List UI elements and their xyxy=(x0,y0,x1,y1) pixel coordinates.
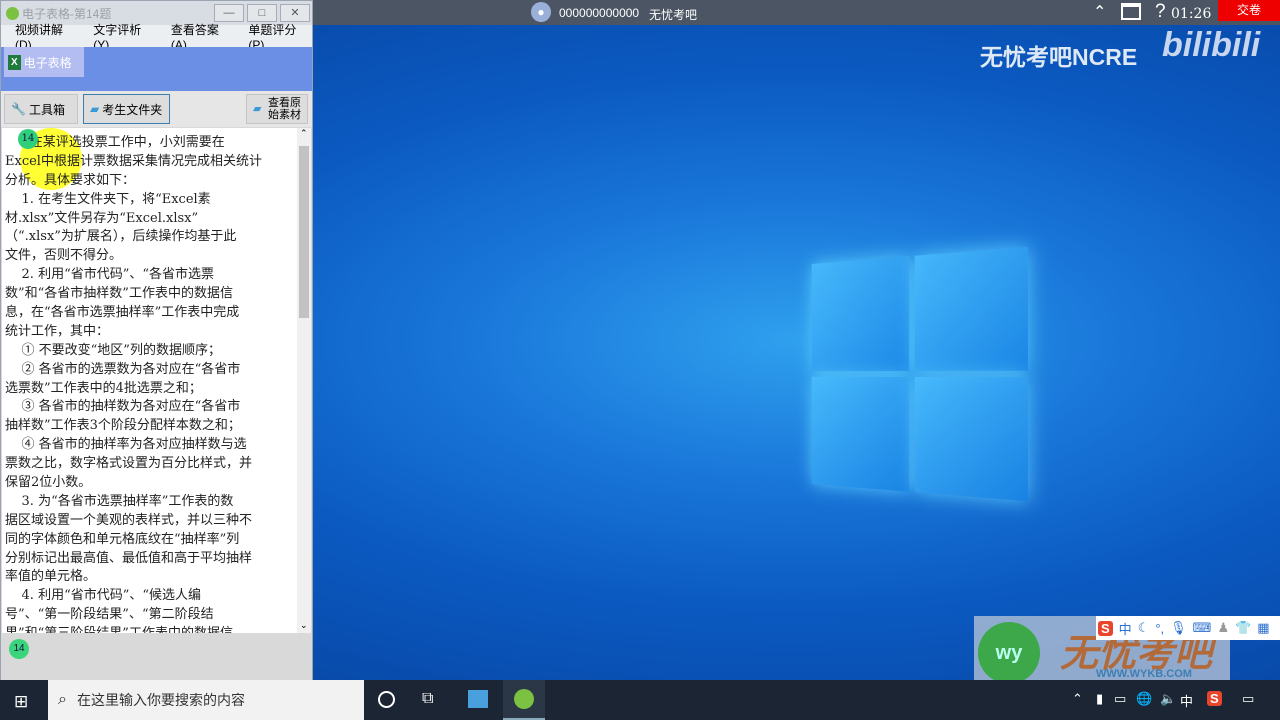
app-taskbar-icon[interactable] xyxy=(468,690,488,708)
subject-banner: X 电子表格 xyxy=(1,47,312,91)
view-original-button[interactable]: ▰ 查看原始素材 xyxy=(246,94,308,124)
cortana-icon[interactable] xyxy=(378,691,395,708)
wrench-icon: 🔧 xyxy=(11,102,26,116)
help-icon[interactable]: ? xyxy=(1155,1,1166,23)
toolbox-label: 工具箱 xyxy=(28,102,65,117)
question-line: 文件，否则不得分。 xyxy=(5,248,123,264)
question-line: 果”和“第三阶段结果”工作表中的数据信 xyxy=(2,625,297,633)
question-line: 号”、“第一阶段结果”、“第二阶段结 xyxy=(5,607,214,623)
skin-icon[interactable]: 👕 xyxy=(1235,620,1251,636)
bilibili-watermark: bilibili xyxy=(1162,26,1261,64)
wy-circle-logo: wy xyxy=(978,622,1040,684)
tab-spreadsheet[interactable]: X 电子表格 xyxy=(4,47,84,77)
user-icon[interactable]: ♟ xyxy=(1217,620,1229,636)
search-placeholder: 在这里输入你要搜索的内容 xyxy=(76,692,245,708)
user-id: 000000000000 xyxy=(559,6,640,20)
mic-icon[interactable]: ▮ xyxy=(1096,691,1103,707)
question-line: 票数之比，数字格式设置为百分比样式，并 xyxy=(5,456,253,472)
taskbar-search-input[interactable]: ⌕ 在这里输入你要搜索的内容 xyxy=(48,680,364,720)
keyboard-icon[interactable]: ⌨ xyxy=(1193,620,1212,636)
question-line: 材.xlsx”文件另存为“Excel.xlsx” xyxy=(5,210,199,226)
sogou-tray-icon[interactable]: S xyxy=(1207,691,1222,706)
question-line: 选票数”工作表中的4批选票之和； xyxy=(5,380,202,396)
exam-folder-button[interactable]: ▰ 考生文件夹 xyxy=(83,94,170,124)
maximize-button[interactable]: □ xyxy=(247,4,277,22)
wy-taskbar-icon[interactable] xyxy=(503,680,545,720)
menu-bar: 视频讲解(D) 文字评析(Y) 查看答案(A) 单题评分(P) xyxy=(1,23,312,52)
question-line: 4. 利用“省市代码”、“候选人编 xyxy=(5,588,202,604)
search-icon: ⌕ xyxy=(58,691,67,708)
tab-label: 电子表格 xyxy=(23,55,72,70)
question-number-badge: 14 xyxy=(18,129,38,149)
toolbox-button[interactable]: 🔧 工具箱 xyxy=(4,94,78,124)
user-avatar-icon: ● xyxy=(531,2,551,22)
question-line: 统计工作，其中： xyxy=(5,323,110,339)
scroll-down-icon[interactable]: ⌄ xyxy=(300,620,308,631)
submit-button[interactable]: 交卷 xyxy=(1218,0,1280,21)
taskbar: ⊞ ⌕ 在这里输入你要搜索的内容 ⧉ ⌃ ▮ ▭ 🌐 🔈 中 S ▭ xyxy=(0,680,1280,720)
excel-icon: X xyxy=(8,54,21,70)
question-line: ② 各省市的选票数为各对应在“各省市 xyxy=(5,361,241,377)
window-icon[interactable] xyxy=(1121,3,1141,20)
moon-icon[interactable]: ☾ xyxy=(1138,620,1150,636)
question-line: 抽样数”工作表3个阶段分配样本数之和； xyxy=(5,418,241,434)
scroll-up-icon[interactable]: ⌃ xyxy=(300,128,308,139)
window-title: 电子表格-第14题 xyxy=(22,6,112,21)
grid-icon[interactable]: ▦ xyxy=(1257,620,1269,636)
collapse-icon[interactable]: ⌃ xyxy=(1093,2,1106,22)
question-line: （“.xlsx”为扩展名），后续操作均基于此 xyxy=(5,229,237,245)
sogou-icon[interactable]: S xyxy=(1098,620,1113,636)
exam-question-window: 电子表格-第14题 — □ ✕ 视频讲解(D) 文字评析(Y) 查看答案(A) … xyxy=(0,0,313,681)
app-icon xyxy=(6,6,19,20)
mic-icon[interactable]: 🎙 xyxy=(1170,620,1187,636)
question-line: 据区域设置一个美观的表样式，并以三种不 xyxy=(5,512,253,528)
close-button[interactable]: ✕ xyxy=(280,4,310,22)
folder-icon: ▰ xyxy=(253,103,262,115)
network-icon[interactable]: 🌐 xyxy=(1136,691,1152,707)
footer-badge: 14 xyxy=(9,639,29,659)
question-line: 3. 为“各省市选票抽样率”工作表的数 xyxy=(5,493,234,509)
exam-topbar: ● 000000000000 无忧考吧 ⌃ ? 01:26 交卷 xyxy=(313,0,1280,25)
question-line: 保留2位小数。 xyxy=(5,475,92,491)
question-line: 息，在“各省市选票抽样率”工作表中完成 xyxy=(5,305,240,321)
question-line: ③ 各省市的抽样数为各对应在“各省市 xyxy=(5,399,241,415)
question-line: ① 不要改变“地区”列的数据顺序； xyxy=(5,342,221,358)
scrollbar[interactable]: ⌃ ⌄ xyxy=(297,128,311,633)
volume-icon[interactable]: 🔈 xyxy=(1160,691,1176,707)
question-line: 分析。具体要求如下： xyxy=(5,172,136,188)
question-line: 1. 在考生文件夹下，将“Excel素 xyxy=(5,191,211,207)
scrollbar-thumb[interactable] xyxy=(299,146,309,318)
site-name: 无忧考吧 xyxy=(649,8,698,22)
ime-lang[interactable]: 中 xyxy=(1119,619,1132,638)
battery-icon[interactable]: ▭ xyxy=(1114,691,1126,707)
start-icon[interactable]: ⊞ xyxy=(14,692,28,712)
notification-icon[interactable]: ▭ xyxy=(1242,691,1254,707)
question-line: ④ 各省市的抽样率为各对应抽样数与选 xyxy=(5,437,247,453)
windows-logo-wallpaper xyxy=(811,246,1028,502)
punctuation-icon[interactable]: °, xyxy=(1155,621,1164,636)
question-line: 数”和“各省市抽样数”工作表中的数据信 xyxy=(5,286,233,302)
folder-icon: ▰ xyxy=(90,102,100,116)
original-label: 查看原始素材 xyxy=(267,97,301,121)
ime-toolbar[interactable]: S 中 ☾ °, 🎙 ⌨ ♟ 👕 ▦ xyxy=(1096,616,1280,640)
question-text: 在某评选投票工作中，小刘需要在 Excel中根据计票数据采集情况完成相关统计 分析。… xyxy=(2,128,297,633)
question-line: 在某评选投票工作中，小刘需要在 xyxy=(5,135,225,150)
task-view-icon[interactable]: ⧉ xyxy=(422,690,433,708)
minimize-button[interactable]: — xyxy=(214,4,244,22)
brand-watermark: 无忧考吧NCRE xyxy=(980,44,1138,70)
question-line: 分别标记出最高值、最低值和高于平均抽样 xyxy=(5,550,253,566)
question-line: 同的字体颜色和单元格底纹在“抽样率”列 xyxy=(5,531,240,547)
tray-expand-icon[interactable]: ⌃ xyxy=(1072,691,1083,707)
input-lang[interactable]: 中 xyxy=(1180,691,1193,710)
timer: 01:26 xyxy=(1171,6,1212,22)
logo-url: WWW.WYKB.COM xyxy=(1096,668,1192,680)
toolbar: 🔧 工具箱 ▰ 考生文件夹 ▰ 查看原始素材 xyxy=(1,91,312,127)
folder-label: 考生文件夹 xyxy=(102,102,163,117)
question-line: 率值的单元格。 xyxy=(5,569,97,585)
question-line: Excel中根据计票数据采集情况完成相关统计 xyxy=(5,153,262,169)
question-line: 2. 利用“省市代码”、“各省市选票 xyxy=(5,267,215,283)
